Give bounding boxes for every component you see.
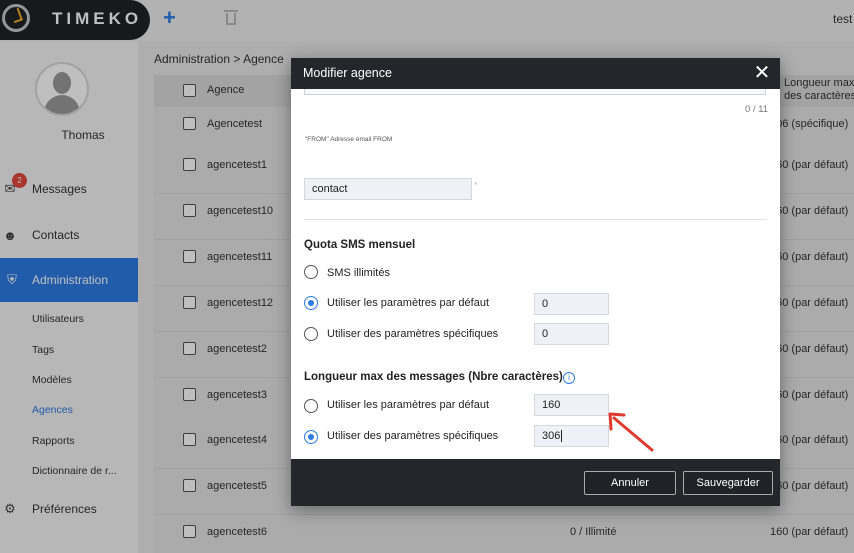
char-counter: 0 / 11 [745, 104, 769, 115]
modal-footer: Annuler Sauvegarder [291, 459, 780, 506]
sms-unlimited-radio[interactable] [304, 265, 318, 279]
edit-agency-modal: Modifier agence ✕ 0 / 11 "FROM" Adresse … [291, 58, 780, 506]
length-specific-input[interactable]: 306 [534, 425, 609, 447]
sms-specific-input[interactable]: 0 [534, 323, 609, 345]
length-specific-value: 306 [542, 430, 561, 442]
sms-default-radio[interactable] [304, 296, 318, 310]
info-icon[interactable]: i [563, 372, 575, 384]
cancel-button[interactable]: Annuler [584, 471, 676, 495]
sms-default-label[interactable]: Utiliser les paramètres par défaut [327, 297, 489, 309]
length-default-input[interactable]: 160 [534, 394, 609, 416]
length-default-label[interactable]: Utiliser les paramètres par défaut [327, 399, 489, 411]
modal-header: Modifier agence ✕ [291, 58, 780, 89]
sms-quota-title: Quota SMS mensuel [304, 239, 416, 251]
from-suffix: ' [475, 181, 477, 191]
sms-default-input[interactable]: 0 [534, 293, 609, 315]
message-length-title: Longueur max des messages (Nbre caractèr… [304, 371, 563, 383]
length-specific-label[interactable]: Utiliser des paramètres spécifiques [327, 430, 498, 442]
text-caret [561, 430, 563, 443]
previous-field[interactable] [304, 89, 766, 95]
save-button[interactable]: Sauvegarder [683, 471, 773, 495]
modal-title: Modifier agence [303, 66, 392, 80]
modal-body: 0 / 11 "FROM" Adresse email FROM contact… [291, 89, 780, 459]
annotation-arrow-icon [608, 412, 654, 452]
from-label: "FROM" Adresse email FROM [305, 136, 393, 143]
close-icon[interactable]: ✕ [752, 62, 772, 84]
sms-specific-radio[interactable] [304, 327, 318, 341]
sms-unlimited-label[interactable]: SMS illimités [327, 267, 390, 279]
length-specific-radio[interactable] [304, 430, 318, 444]
sms-specific-label[interactable]: Utiliser des paramètres spécifiques [327, 328, 498, 340]
length-default-radio[interactable] [304, 399, 318, 413]
divider [304, 219, 767, 220]
from-email-input[interactable]: contact [304, 178, 472, 200]
